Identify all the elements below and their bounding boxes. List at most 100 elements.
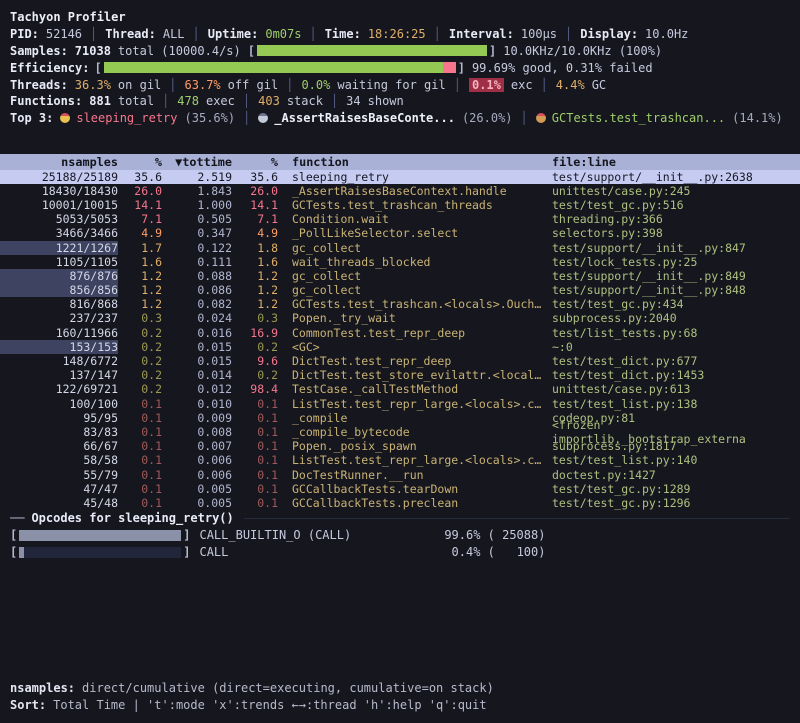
- time-label: Time:: [325, 27, 361, 41]
- table-row[interactable]: 58/580.10.0060.1ListTest.test_repr_large…: [0, 453, 800, 467]
- header-nsamples[interactable]: nsamples: [0, 155, 118, 169]
- table-row[interactable]: 83/830.10.0080.1_compile_bytecode<frozen…: [0, 425, 800, 439]
- table-row[interactable]: 153/1530.20.0150.2<GC>~:0: [0, 340, 800, 354]
- cell-pct-cumulative: 1.2: [232, 283, 278, 297]
- top-function-name: GCTests.test_trashcan...: [552, 111, 725, 125]
- header-tottime-sorted[interactable]: ▼tottime: [162, 155, 232, 169]
- cell-function: TestCase._callTestMethod: [292, 382, 552, 396]
- opcode-row: []CALL_BUILTIN_O (CALL)99.6% ( 25088): [0, 527, 800, 544]
- samples-bar-track: [257, 45, 487, 56]
- cell-tottime: 0.005: [162, 496, 232, 510]
- cell-tottime: 0.505: [162, 212, 232, 226]
- cell-function: Popen._posix_spawn: [292, 439, 552, 453]
- on-gil-value: 36.3%: [75, 78, 111, 92]
- cell-file-line: test/test_list.py:140: [552, 453, 800, 467]
- threads-line: Threads: 36.3%on gil│63.7%off gil│0.0%wa…: [0, 76, 800, 93]
- samples-khz: 10.0KHz/10.0KHz (100%): [503, 44, 662, 58]
- gc-value: 4.4%: [556, 78, 585, 92]
- cell-nsamples: 237/237: [0, 311, 118, 325]
- opcode-percent: 0.4% ( 100): [427, 545, 545, 559]
- opcode-name: CALL: [199, 545, 427, 559]
- bar-close-bracket: ]: [458, 61, 465, 75]
- table-row[interactable]: 160/119660.20.01616.9CommonTest.test_rep…: [0, 326, 800, 340]
- cell-tottime: 0.006: [162, 453, 232, 467]
- bar-close-bracket: ]: [183, 545, 190, 559]
- cell-file-line: test/lock_tests.py:25: [552, 255, 800, 269]
- table-row[interactable]: 237/2370.30.0240.3Popen._try_waitsubproc…: [0, 311, 800, 325]
- exec-value: 478: [177, 94, 199, 108]
- footer-help-line-2: Sort: Total Time | 't':mode 'x':trends ←…: [0, 696, 800, 713]
- cell-tottime: 0.008: [162, 425, 232, 439]
- thread-value: ALL: [163, 27, 185, 41]
- app-title: Tachyon Profiler: [10, 10, 126, 24]
- cell-nsamples: 876/876: [0, 269, 118, 283]
- table-row[interactable]: 122/697210.20.01298.4TestCase._callTestM…: [0, 382, 800, 396]
- tachyon-profiler-screen: Tachyon Profiler PID:52146│Thread:ALL│Up…: [0, 0, 800, 723]
- table-row[interactable]: 876/8761.20.0881.2gc_collecttest/support…: [0, 269, 800, 283]
- cell-pct-direct: 1.2: [118, 283, 162, 297]
- cell-nsamples: 153/153: [0, 340, 118, 354]
- exec-label: exec: [206, 94, 235, 108]
- off-gil-label: off gil: [228, 78, 279, 92]
- header-pct-cumulative[interactable]: %: [232, 155, 278, 169]
- table-row[interactable]: 55/790.10.0060.1DocTestRunner.__rundocte…: [0, 468, 800, 482]
- table-row[interactable]: 45/480.10.0050.1GCCallbackTests.preclean…: [0, 496, 800, 510]
- table-row[interactable]: 816/8681.20.0821.2GCTests.test_trashcan.…: [0, 297, 800, 311]
- cell-pct-cumulative: 16.9: [232, 326, 278, 340]
- table-row[interactable]: 148/67720.20.0159.6DictTest.test_repr_de…: [0, 354, 800, 368]
- cell-pct-cumulative: 7.1: [232, 212, 278, 226]
- table-row[interactable]: 47/470.10.0050.1GCCallbackTests.tearDown…: [0, 482, 800, 496]
- table-row[interactable]: 137/1470.20.0140.2DictTest.test_store_ev…: [0, 368, 800, 382]
- cell-pct-direct: 0.2: [118, 340, 162, 354]
- table-row[interactable]: 1221/12671.70.1221.8gc_collecttest/suppo…: [0, 241, 800, 255]
- efficiency-bar-track: [104, 62, 456, 73]
- table-row[interactable]: 1105/11051.60.1111.6wait_threads_blocked…: [0, 255, 800, 269]
- table-row[interactable]: 100/1000.10.0100.1ListTest.test_repr_lar…: [0, 397, 800, 411]
- header-file-line[interactable]: file:line: [552, 155, 800, 169]
- header-pct-direct[interactable]: %: [118, 155, 162, 169]
- cell-pct-direct: 0.1: [118, 425, 162, 439]
- table-row[interactable]: 18430/1843026.01.84326.0_AssertRaisesBas…: [0, 184, 800, 198]
- cell-tottime: 0.082: [162, 297, 232, 311]
- cell-file-line: test/test_list.py:138: [552, 397, 800, 411]
- cell-pct-cumulative: 1.6: [232, 255, 278, 269]
- table-row[interactable]: 66/670.10.0070.1Popen._posix_spawnsubpro…: [0, 439, 800, 453]
- cell-file-line: subprocess.py:1817: [552, 439, 800, 453]
- shown-label: shown: [368, 94, 404, 108]
- silver-medal-icon: [258, 113, 268, 123]
- efficiency-summary: 99.69% good, 0.31% failed: [472, 61, 653, 75]
- cell-nsamples: 66/67: [0, 439, 118, 453]
- cell-pct-direct: 35.6: [118, 170, 162, 184]
- total-value: 881: [89, 94, 111, 108]
- cell-nsamples: 58/58: [0, 453, 118, 467]
- cell-file-line: unittest/case.py:245: [552, 184, 800, 198]
- table-row[interactable]: 10001/1001514.11.00014.1GCTests.test_tra…: [0, 198, 800, 212]
- separator: │: [185, 27, 208, 41]
- cell-pct-cumulative: 0.1: [232, 397, 278, 411]
- top-function-percent: (14.1%): [732, 111, 783, 125]
- opcode-bar: [19, 530, 181, 541]
- cell-pct-direct: 1.7: [118, 241, 162, 255]
- cell-pct-cumulative: 98.4: [232, 382, 278, 396]
- table-row[interactable]: 856/8561.20.0861.2gc_collecttest/support…: [0, 283, 800, 297]
- cell-pct-cumulative: 0.1: [232, 482, 278, 496]
- cell-pct-cumulative: 0.2: [232, 340, 278, 354]
- table-row[interactable]: 5053/50537.10.5057.1Condition.waitthread…: [0, 212, 800, 226]
- cell-function: DictTest.test_store_evilattr.<local…: [292, 368, 552, 382]
- threads-label: Threads:: [10, 78, 68, 92]
- cell-file-line: test/support/__init__.py:847: [552, 241, 800, 255]
- opcode-name: CALL_BUILTIN_O (CALL): [199, 528, 427, 542]
- header-function[interactable]: function: [292, 155, 552, 169]
- cell-nsamples: 10001/10015: [0, 198, 118, 212]
- gc-label: GC: [592, 78, 606, 92]
- cell-pct-direct: 0.2: [118, 382, 162, 396]
- cell-file-line: test/support/__init__.py:2638: [552, 170, 800, 184]
- cell-tottime: 0.111: [162, 255, 232, 269]
- table-row[interactable]: 25188/2518935.62.51935.6sleeping_retryte…: [0, 170, 800, 184]
- separator: │: [235, 111, 258, 125]
- table-row[interactable]: 3466/34664.90.3474.9_PollLikeSelector.se…: [0, 226, 800, 240]
- cell-nsamples: 55/79: [0, 468, 118, 482]
- cell-file-line: test/support/__init__.py:848: [552, 283, 800, 297]
- cell-pct-cumulative: 1.2: [232, 269, 278, 283]
- footer-help-line-1: nsamples: direct/cumulative (direct=exec…: [0, 679, 800, 696]
